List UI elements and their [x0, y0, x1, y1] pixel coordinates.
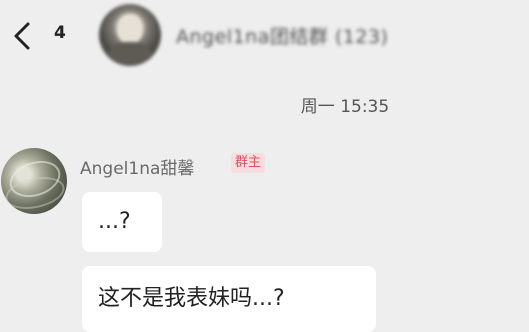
sender-name: Angel1na甜馨	[80, 159, 195, 179]
chat-header: 4 Angel1na团结群 (123)	[0, 0, 529, 72]
group-title[interactable]: Angel1na团结群 (123)	[176, 22, 388, 49]
back-button[interactable]	[6, 16, 40, 56]
sender-avatar[interactable]	[1, 148, 67, 214]
message-timestamp: 周一 15:35	[300, 97, 390, 117]
message-bubble[interactable]: 这不是我表妹吗...?	[82, 266, 376, 332]
avatar-face	[117, 14, 143, 44]
unread-count: 4	[54, 23, 66, 43]
chevron-left-icon	[14, 22, 30, 50]
role-badge: 群主	[231, 153, 266, 173]
avatar-body	[109, 42, 151, 66]
message-bubble[interactable]: ...?	[82, 192, 162, 252]
group-avatar[interactable]	[99, 4, 161, 66]
